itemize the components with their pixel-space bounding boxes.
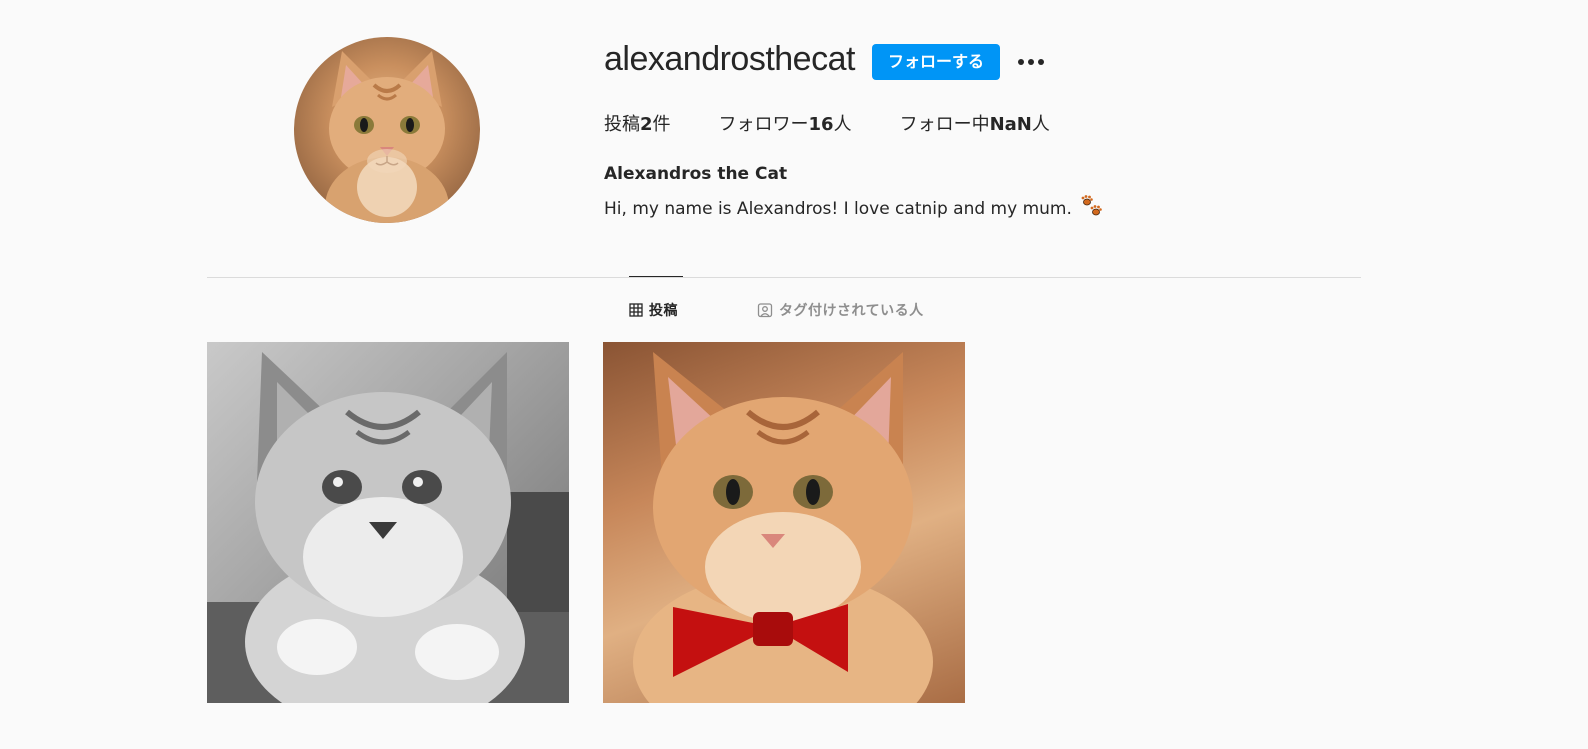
following-stat-prefix: フォロー中 (899, 114, 990, 135)
posts-stat-suffix: 件 (652, 114, 671, 135)
followers-stat-prefix: フォロワー (718, 114, 809, 135)
following-stat-count: NaN (989, 114, 1032, 135)
followers-count-stat[interactable]: フォロワー16人 (719, 110, 852, 136)
more-horizontal-icon (1018, 59, 1024, 65)
tab-tagged[interactable]: タグ付けされている人 (757, 300, 924, 320)
paw-prints-icon (1080, 194, 1104, 223)
post-thumbnail-1[interactable] (207, 342, 569, 703)
active-tab-indicator (629, 276, 683, 277)
post-thumbnail-2[interactable] (603, 342, 965, 703)
more-horizontal-icon-dot (1038, 59, 1044, 65)
follow-button[interactable]: フォローする (872, 44, 1000, 80)
tab-tagged-label: タグ付けされている人 (779, 303, 924, 319)
posts-stat-prefix: 投稿 (604, 114, 640, 135)
more-horizontal-icon-dot (1028, 59, 1034, 65)
tagged-person-icon (757, 303, 773, 318)
profile-avatar[interactable] (294, 37, 480, 223)
posts-stat-count: 2 (640, 114, 653, 135)
profile-page: alexandrosthecat フォローする 投稿2件 フォロワー16人 フォ… (0, 0, 1588, 749)
profile-full-name: Alexandros the Cat (604, 164, 788, 184)
grid-icon (629, 303, 643, 317)
following-stat-suffix: 人 (1031, 114, 1050, 135)
profile-username: alexandrosthecat (604, 40, 855, 78)
followers-stat-count: 16 (808, 114, 834, 135)
tab-posts[interactable]: 投稿 (629, 300, 678, 320)
profile-bio: Hi, my name is Alexandros! I love catnip… (604, 194, 1104, 223)
followers-stat-suffix: 人 (833, 114, 852, 135)
tab-posts-label: 投稿 (649, 303, 678, 319)
posts-count-stat: 投稿2件 (604, 110, 671, 136)
cat-bowtie-photo (633, 352, 933, 703)
more-options-button[interactable] (1012, 48, 1050, 76)
profile-bio-text: Hi, my name is Alexandros! I love catnip… (604, 198, 1072, 219)
following-count-stat[interactable]: フォロー中NaN人 (900, 110, 1050, 136)
tabs-divider (207, 277, 1361, 278)
cat-avatar-image (325, 51, 449, 223)
profile-stats: 投稿2件 フォロワー16人 フォロー中NaN人 (604, 110, 1098, 136)
kitten-photo (207, 352, 569, 703)
